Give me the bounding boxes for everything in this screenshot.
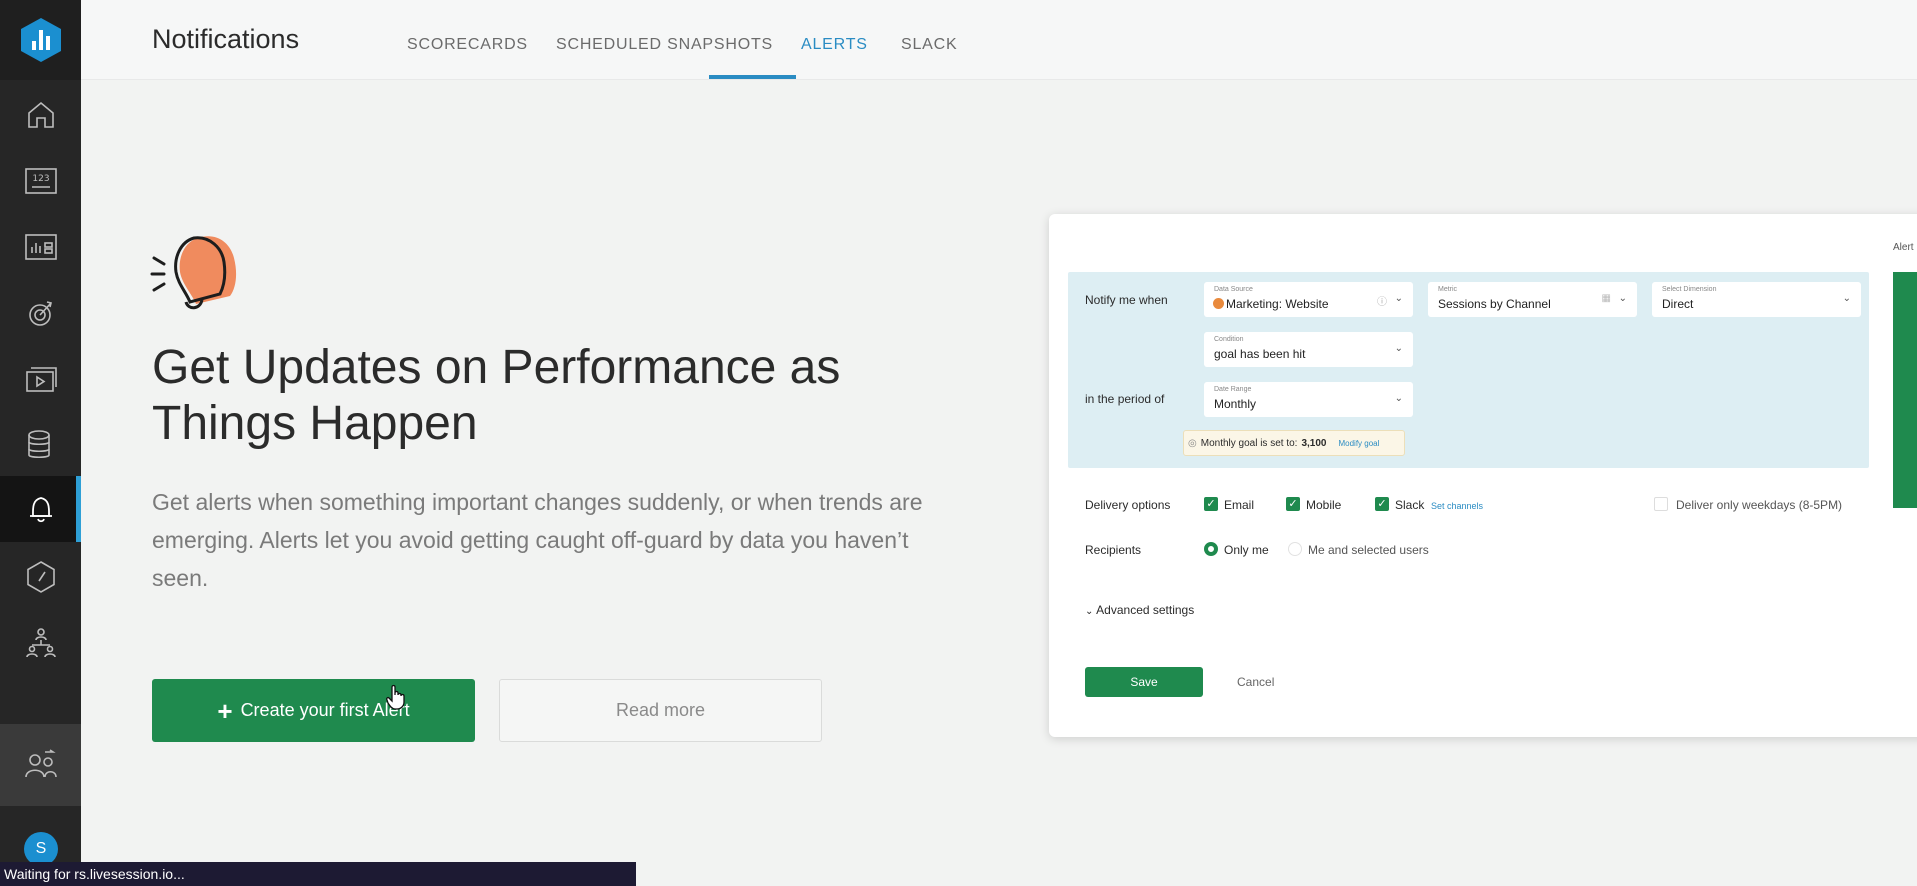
number-icon: 123 (24, 168, 57, 194)
table-icon: ▦ (1601, 293, 1611, 304)
email-checkbox[interactable]: ✓ (1204, 497, 1218, 511)
condition-value: goal has been hit (1214, 347, 1306, 361)
weekdays-label: Deliver only weekdays (8-5PM) (1676, 498, 1843, 512)
database-icon (27, 430, 50, 459)
sidebar-item-presentations[interactable] (0, 346, 81, 412)
condition-select[interactable]: Condition goal has been hit ⌄ (1204, 332, 1413, 367)
data-source-select[interactable]: Data Source Marketing: Website ⓘ ⌄ (1204, 282, 1413, 317)
bell-illustration-icon (150, 236, 237, 310)
date-range-select[interactable]: Date Range Monthly ⌄ (1204, 382, 1413, 417)
weekdays-checkbox[interactable] (1654, 497, 1668, 511)
create-alert-button[interactable]: + Create your first Alert (152, 679, 475, 742)
target-icon: ◎ (1188, 437, 1197, 449)
mobile-checkbox[interactable]: ✓ (1286, 497, 1300, 511)
sidebar: 123 S (0, 0, 81, 886)
people-icon (24, 749, 57, 778)
condition-field-label: Condition (1214, 336, 1244, 343)
chevron-down-icon: ⌄ (1394, 293, 1403, 304)
alerts-peek-label: Alert (1893, 242, 1914, 253)
slack-checkbox[interactable]: ✓ (1375, 497, 1389, 511)
advanced-settings-toggle[interactable]: ⌄ Advanced settings (1085, 603, 1194, 617)
delivery-options-label: Delivery options (1085, 498, 1171, 512)
app-logo[interactable] (0, 0, 81, 80)
recipients-label: Recipients (1085, 543, 1142, 557)
tab-scheduled-snapshots[interactable]: SCHEDULED SNAPSHOTS (556, 36, 773, 54)
modify-goal-link[interactable]: Modify goal (1338, 439, 1379, 448)
data-source-field-label: Data Source (1214, 286, 1253, 293)
home-icon (27, 101, 54, 128)
side-panel-peek (1893, 272, 1917, 508)
sidebar-item-benchmarks[interactable] (0, 544, 81, 610)
sidebar-item-dashboards[interactable] (0, 214, 81, 280)
chevron-down-icon: ⌄ (1394, 343, 1403, 354)
sidebar-item-notifications[interactable] (0, 476, 81, 542)
sidebar-item-users[interactable] (0, 724, 81, 806)
dimension-select[interactable]: Select Dimension Direct ⌄ (1652, 282, 1861, 317)
metric-value: Sessions by Channel (1438, 297, 1551, 311)
goal-note: ◎ Monthly goal is set to: 3,100 Modify g… (1183, 430, 1405, 456)
tab-alerts[interactable]: ALERTS (801, 36, 868, 54)
chevron-down-icon: ⌄ (1618, 293, 1627, 304)
tab-slack[interactable]: SLACK (901, 36, 957, 54)
sidebar-item-goals[interactable] (0, 280, 81, 346)
sidebar-item-team[interactable] (0, 610, 81, 676)
slack-label: Slack (1395, 498, 1425, 512)
date-range-field-label: Date Range (1214, 386, 1252, 393)
data-source-value: Marketing: Website (1226, 297, 1329, 311)
media-icon (25, 367, 57, 392)
goal-icon (28, 301, 52, 326)
bell-icon (29, 497, 52, 523)
notify-label: Notify me when (1085, 293, 1168, 307)
goal-note-text: Monthly goal is set to: (1200, 437, 1298, 449)
period-label: in the period of (1085, 392, 1165, 406)
hero-title-line-1: Get Updates on Performance as (152, 341, 841, 394)
sidebar-item-data-sources[interactable] (0, 412, 81, 478)
dimension-value: Direct (1662, 297, 1694, 311)
hero-description: Get alerts when something important chan… (152, 489, 923, 591)
hero-title: Get Updates on Performance as Things Hap… (152, 340, 912, 452)
chevron-down-icon: ⌄ (1842, 293, 1851, 304)
only-me-radio[interactable] (1204, 542, 1218, 556)
sidebar-item-metrics[interactable]: 123 (0, 148, 81, 214)
sidebar-item-home[interactable] (0, 82, 81, 148)
hero-title-line-2: Things Happen (152, 397, 478, 450)
only-me-label: Only me (1224, 543, 1269, 557)
metric-field-label: Metric (1438, 286, 1458, 293)
chevron-down-icon: ⌄ (1085, 606, 1097, 617)
read-more-button[interactable]: Read more (499, 679, 822, 742)
page-title: Notifications (152, 24, 300, 54)
cancel-button[interactable]: Cancel (1237, 675, 1274, 689)
active-tab-indicator (709, 75, 796, 79)
avatar[interactable]: S (24, 832, 58, 866)
hand-cursor-icon (386, 684, 405, 710)
gauge-icon (26, 561, 55, 593)
org-chart-icon (25, 628, 56, 658)
create-alert-label: Create your first Alert (240, 700, 410, 720)
logo-icon (20, 18, 61, 62)
header: Notifications SCORECARDS SCHEDULED SNAPS… (81, 0, 1917, 80)
set-channels-link[interactable]: Set channels (1431, 501, 1483, 511)
metric-select[interactable]: Metric Sessions by Channel ▦ ⌄ (1428, 282, 1637, 317)
save-button[interactable]: Save (1085, 667, 1203, 697)
svg-text:123: 123 (32, 174, 49, 184)
dimension-field-label: Select Dimension (1662, 286, 1717, 293)
chevron-down-icon: ⌄ (1394, 393, 1403, 404)
browser-status-bar: Waiting for rs.livesession.io... (0, 862, 636, 886)
selected-users-label: Me and selected users (1308, 543, 1429, 557)
email-label: Email (1224, 498, 1255, 512)
plus-icon: + (217, 695, 233, 726)
goal-value: 3,100 (1301, 437, 1327, 449)
mobile-label: Mobile (1306, 498, 1342, 512)
dashboard-icon (24, 234, 57, 260)
info-icon: ⓘ (1377, 297, 1387, 308)
data-source-icon (1213, 298, 1224, 309)
selected-users-radio[interactable] (1288, 542, 1302, 556)
date-range-value: Monthly (1214, 397, 1257, 411)
alert-preview-card: Notify me when Data Source Marketing: We… (1049, 214, 1917, 737)
advanced-settings-label: Advanced settings (1096, 603, 1195, 617)
tab-scorecards[interactable]: SCORECARDS (407, 36, 528, 54)
